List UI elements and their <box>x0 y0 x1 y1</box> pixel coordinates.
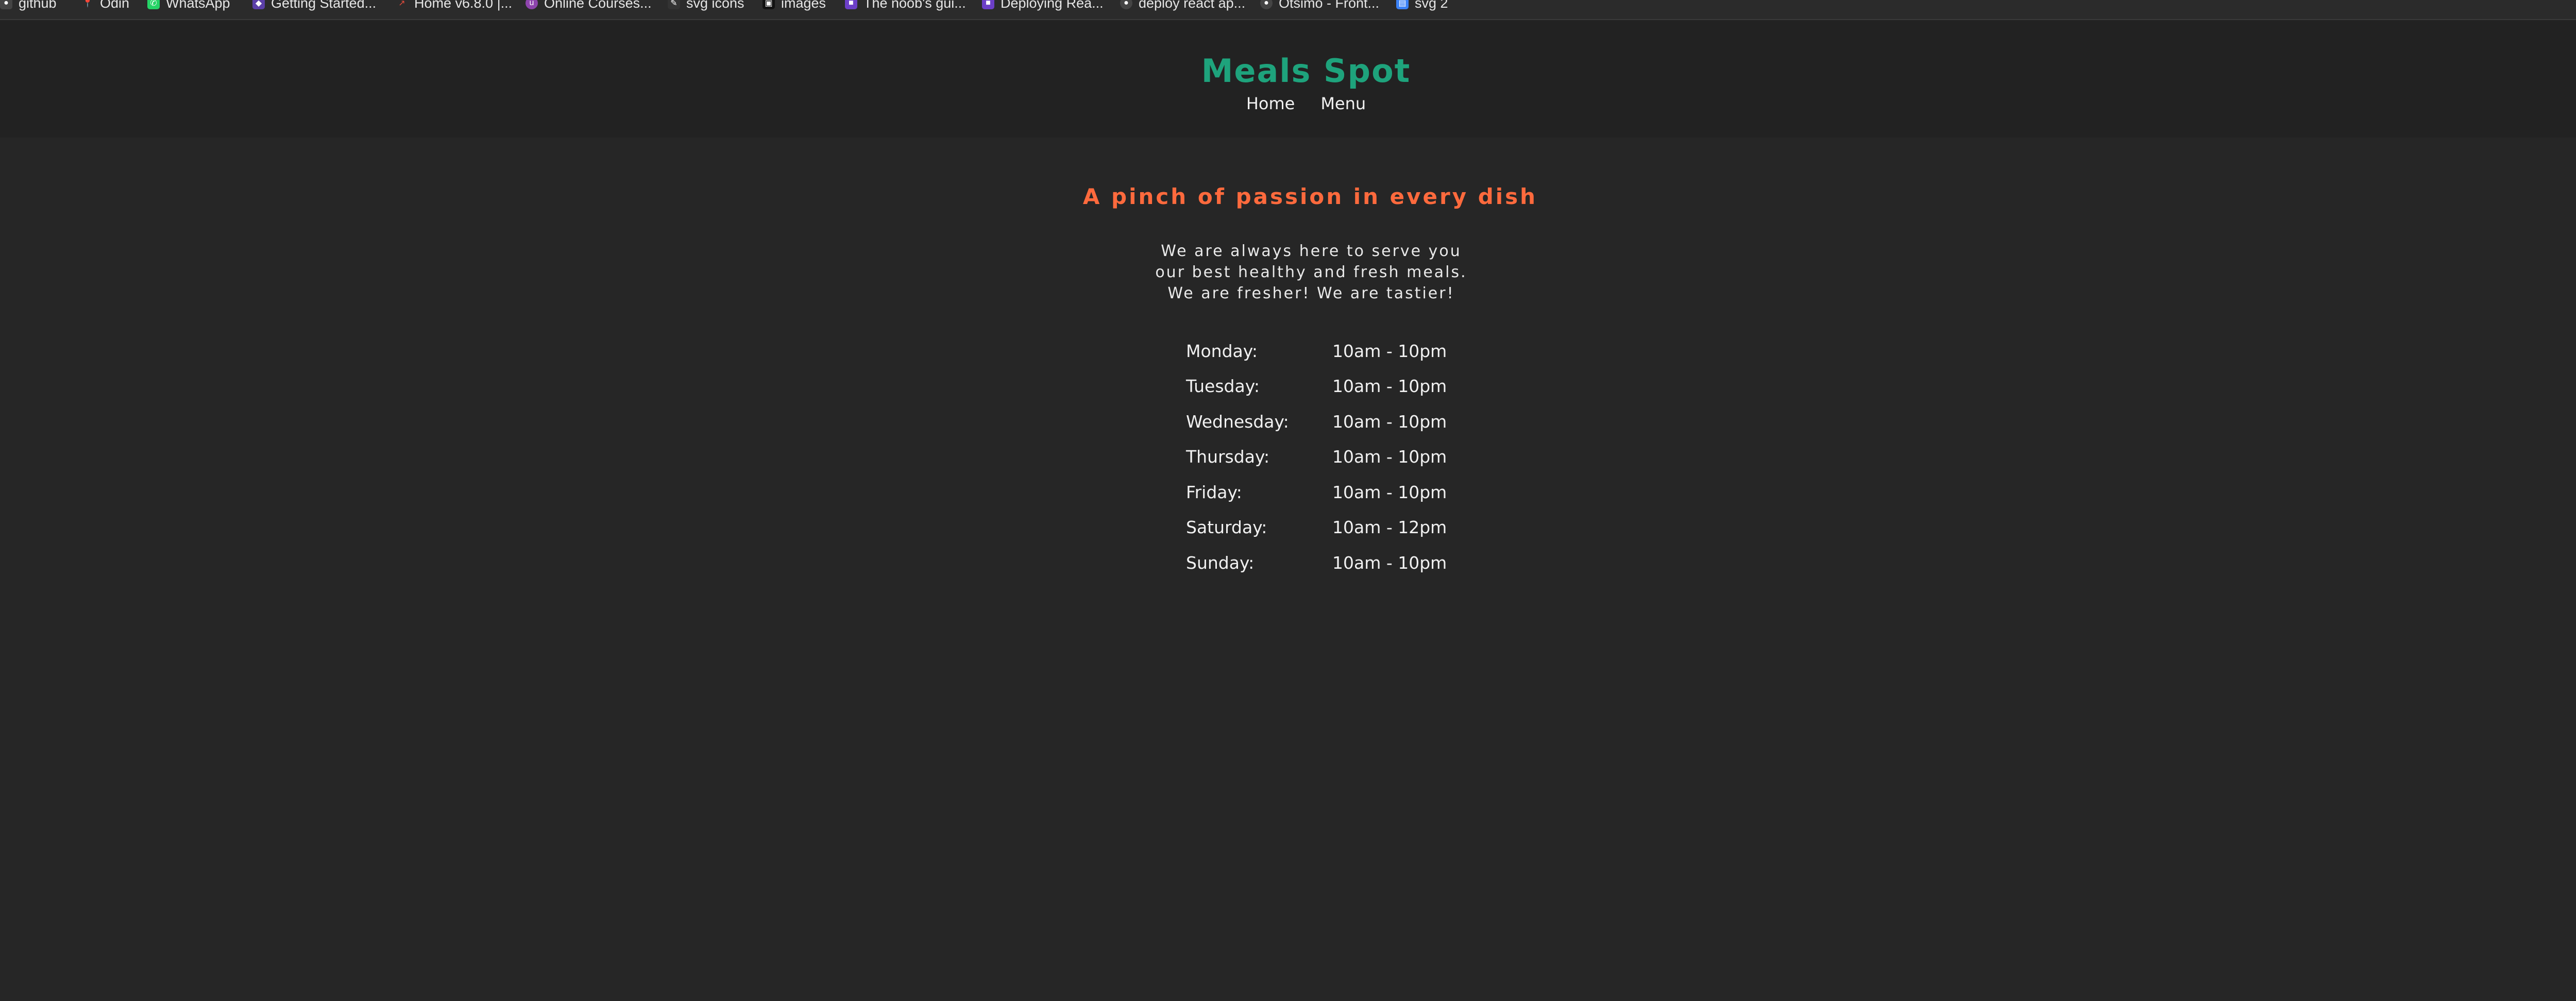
time-value: 10am - 12pm <box>1332 517 1447 538</box>
bookmark-images[interactable]: ▣ images <box>762 0 826 11</box>
hours-row-thursday: Thursday: 10am - 10pm <box>1186 439 1454 475</box>
github-icon: ● <box>0 0 12 9</box>
site-header: Meals Spot Home Menu <box>0 20 2576 138</box>
bookmark-label: Odin <box>100 0 130 11</box>
github-icon: ● <box>1260 0 1273 9</box>
github-icon: ● <box>1120 0 1132 9</box>
image-icon: ▣ <box>762 0 775 9</box>
bookmark-deploy-react-app[interactable]: ● deploy react ap... <box>1120 0 1245 11</box>
hours-row-sunday: Sunday: 10am - 10pm <box>1186 545 1454 581</box>
hours-row-tuesday: Tuesday: 10am - 10pm <box>1186 369 1454 404</box>
day-label: Sunday: <box>1186 552 1255 573</box>
bookmark-otsimo[interactable]: ● Otsimo - Front... <box>1260 0 1379 11</box>
nav-home-link[interactable]: Home <box>1246 94 1295 113</box>
bookmark-label: Otsimo - Front... <box>1279 0 1380 11</box>
time-value: 10am - 10pm <box>1332 376 1447 397</box>
bookmark-label: Deploying Rea... <box>1001 0 1104 11</box>
bookmark-odin[interactable]: 📍 Odin <box>81 0 129 11</box>
svg-icon: ▤ <box>1396 0 1409 9</box>
time-value: 10am - 10pm <box>1332 411 1447 432</box>
hours-row-wednesday: Wednesday: 10am - 10pm <box>1186 404 1454 439</box>
day-label: Monday: <box>1186 341 1258 361</box>
arrow-icon: ↗ <box>398 0 405 8</box>
home-content: A pinch of passion in every dish We are … <box>0 138 2576 1001</box>
bookmark-label: deploy react ap... <box>1139 0 1246 11</box>
svg-icon: ✎ <box>668 0 680 9</box>
intro-paragraph: We are always here to serve you our best… <box>1155 242 1467 302</box>
bookmark-svg-icons[interactable]: ✎ svg icons <box>668 0 744 11</box>
bookmark-svg-2[interactable]: ▤ svg 2 <box>1396 0 1448 11</box>
bookmark-label: images <box>781 0 826 11</box>
bookmarks-bar: ● github 📍 Odin ✆ WhatsApp ◆ Getting Sta… <box>0 0 2576 20</box>
bookmark-home-v6[interactable]: ↗ Home v6.8.0 |... <box>396 0 512 11</box>
bookmark-label: Getting Started... <box>271 0 377 11</box>
time-value: 10am - 10pm <box>1332 341 1447 361</box>
bookmark-getting-started[interactable]: ◆ Getting Started... <box>252 0 376 11</box>
day-label: Thursday: <box>1186 447 1270 467</box>
day-label: Wednesday: <box>1186 411 1289 432</box>
bookmark-label: WhatsApp <box>166 0 230 11</box>
hours-row-friday: Friday: 10am - 10pm <box>1186 474 1454 510</box>
time-value: 10am - 10pm <box>1332 447 1447 467</box>
site-logo-text[interactable]: Meals Spot <box>0 52 2576 90</box>
bookmark-label: Online Courses... <box>544 0 652 11</box>
bookmark-noobs-guide[interactable]: ■ The noob's gui... <box>845 0 966 11</box>
time-value: 10am - 10pm <box>1332 482 1447 502</box>
day-label: Friday: <box>1186 482 1242 502</box>
bookmark-deploying-react[interactable]: ■ Deploying Rea... <box>982 0 1104 11</box>
bookmark-online-courses[interactable]: u Online Courses... <box>526 0 652 11</box>
day-label: Tuesday: <box>1186 376 1260 397</box>
page-icon: ■ <box>845 0 857 9</box>
hours-row-monday: Monday: 10am - 10pm <box>1186 333 1454 369</box>
bookmark-label: The noob's gui... <box>863 0 966 11</box>
time-value: 10am - 10pm <box>1332 552 1447 573</box>
nav-menu-link[interactable]: Menu <box>1320 94 1366 113</box>
pin-icon: 📍 <box>82 0 93 8</box>
bookmark-label: Home v6.8.0 |... <box>414 0 513 11</box>
main-nav: Home Menu <box>0 94 2576 113</box>
bookmark-github[interactable]: ● github <box>0 0 57 11</box>
hours-row-saturday: Saturday: 10am - 12pm <box>1186 510 1454 546</box>
whatsapp-icon: ✆ <box>147 0 160 9</box>
bookmark-label: svg 2 <box>1415 0 1448 11</box>
page-icon: ◆ <box>252 0 265 9</box>
udemy-icon: u <box>526 0 538 9</box>
tagline-heading: A pinch of passion in every dish <box>1082 184 1538 209</box>
page-icon: ■ <box>982 0 994 9</box>
bookmark-label: github <box>19 0 57 11</box>
opening-hours-table: Monday: 10am - 10pm Tuesday: 10am - 10pm… <box>1186 333 1454 581</box>
bookmark-whatsapp[interactable]: ✆ WhatsApp <box>147 0 230 11</box>
day-label: Saturday: <box>1186 517 1267 538</box>
bookmark-label: svg icons <box>686 0 744 11</box>
